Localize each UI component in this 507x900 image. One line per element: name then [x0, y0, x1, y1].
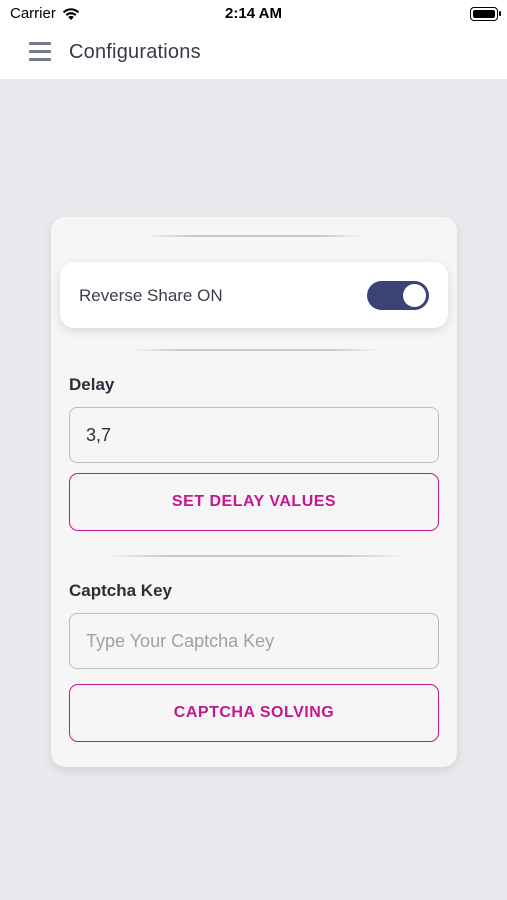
- delay-input[interactable]: [69, 407, 439, 463]
- section-divider-2: [106, 555, 404, 557]
- captcha-key-input[interactable]: [69, 613, 439, 669]
- status-time: 2:14 AM: [225, 5, 282, 22]
- settings-card: Reverse Share ON Delay SET DELAY VALUES …: [51, 217, 457, 767]
- toggle-knob: [403, 284, 426, 307]
- captcha-solving-button[interactable]: CAPTCHA SOLVING: [69, 684, 439, 742]
- captcha-key-label: Captcha Key: [69, 581, 172, 600]
- app-bar: Configurations: [0, 28, 507, 79]
- section-divider: [131, 349, 379, 351]
- delay-label: Delay: [69, 375, 115, 394]
- status-bar: Carrier 2:14 AM: [0, 0, 507, 28]
- battery-icon: [470, 7, 501, 21]
- hamburger-menu-icon[interactable]: [29, 42, 51, 62]
- reverse-share-toggle[interactable]: [367, 281, 429, 310]
- set-delay-values-button[interactable]: SET DELAY VALUES: [69, 473, 439, 531]
- page-title: Configurations: [69, 41, 201, 63]
- reverse-share-row: Reverse Share ON: [60, 262, 448, 328]
- top-divider: [146, 235, 364, 237]
- reverse-share-label: Reverse Share ON: [79, 286, 223, 305]
